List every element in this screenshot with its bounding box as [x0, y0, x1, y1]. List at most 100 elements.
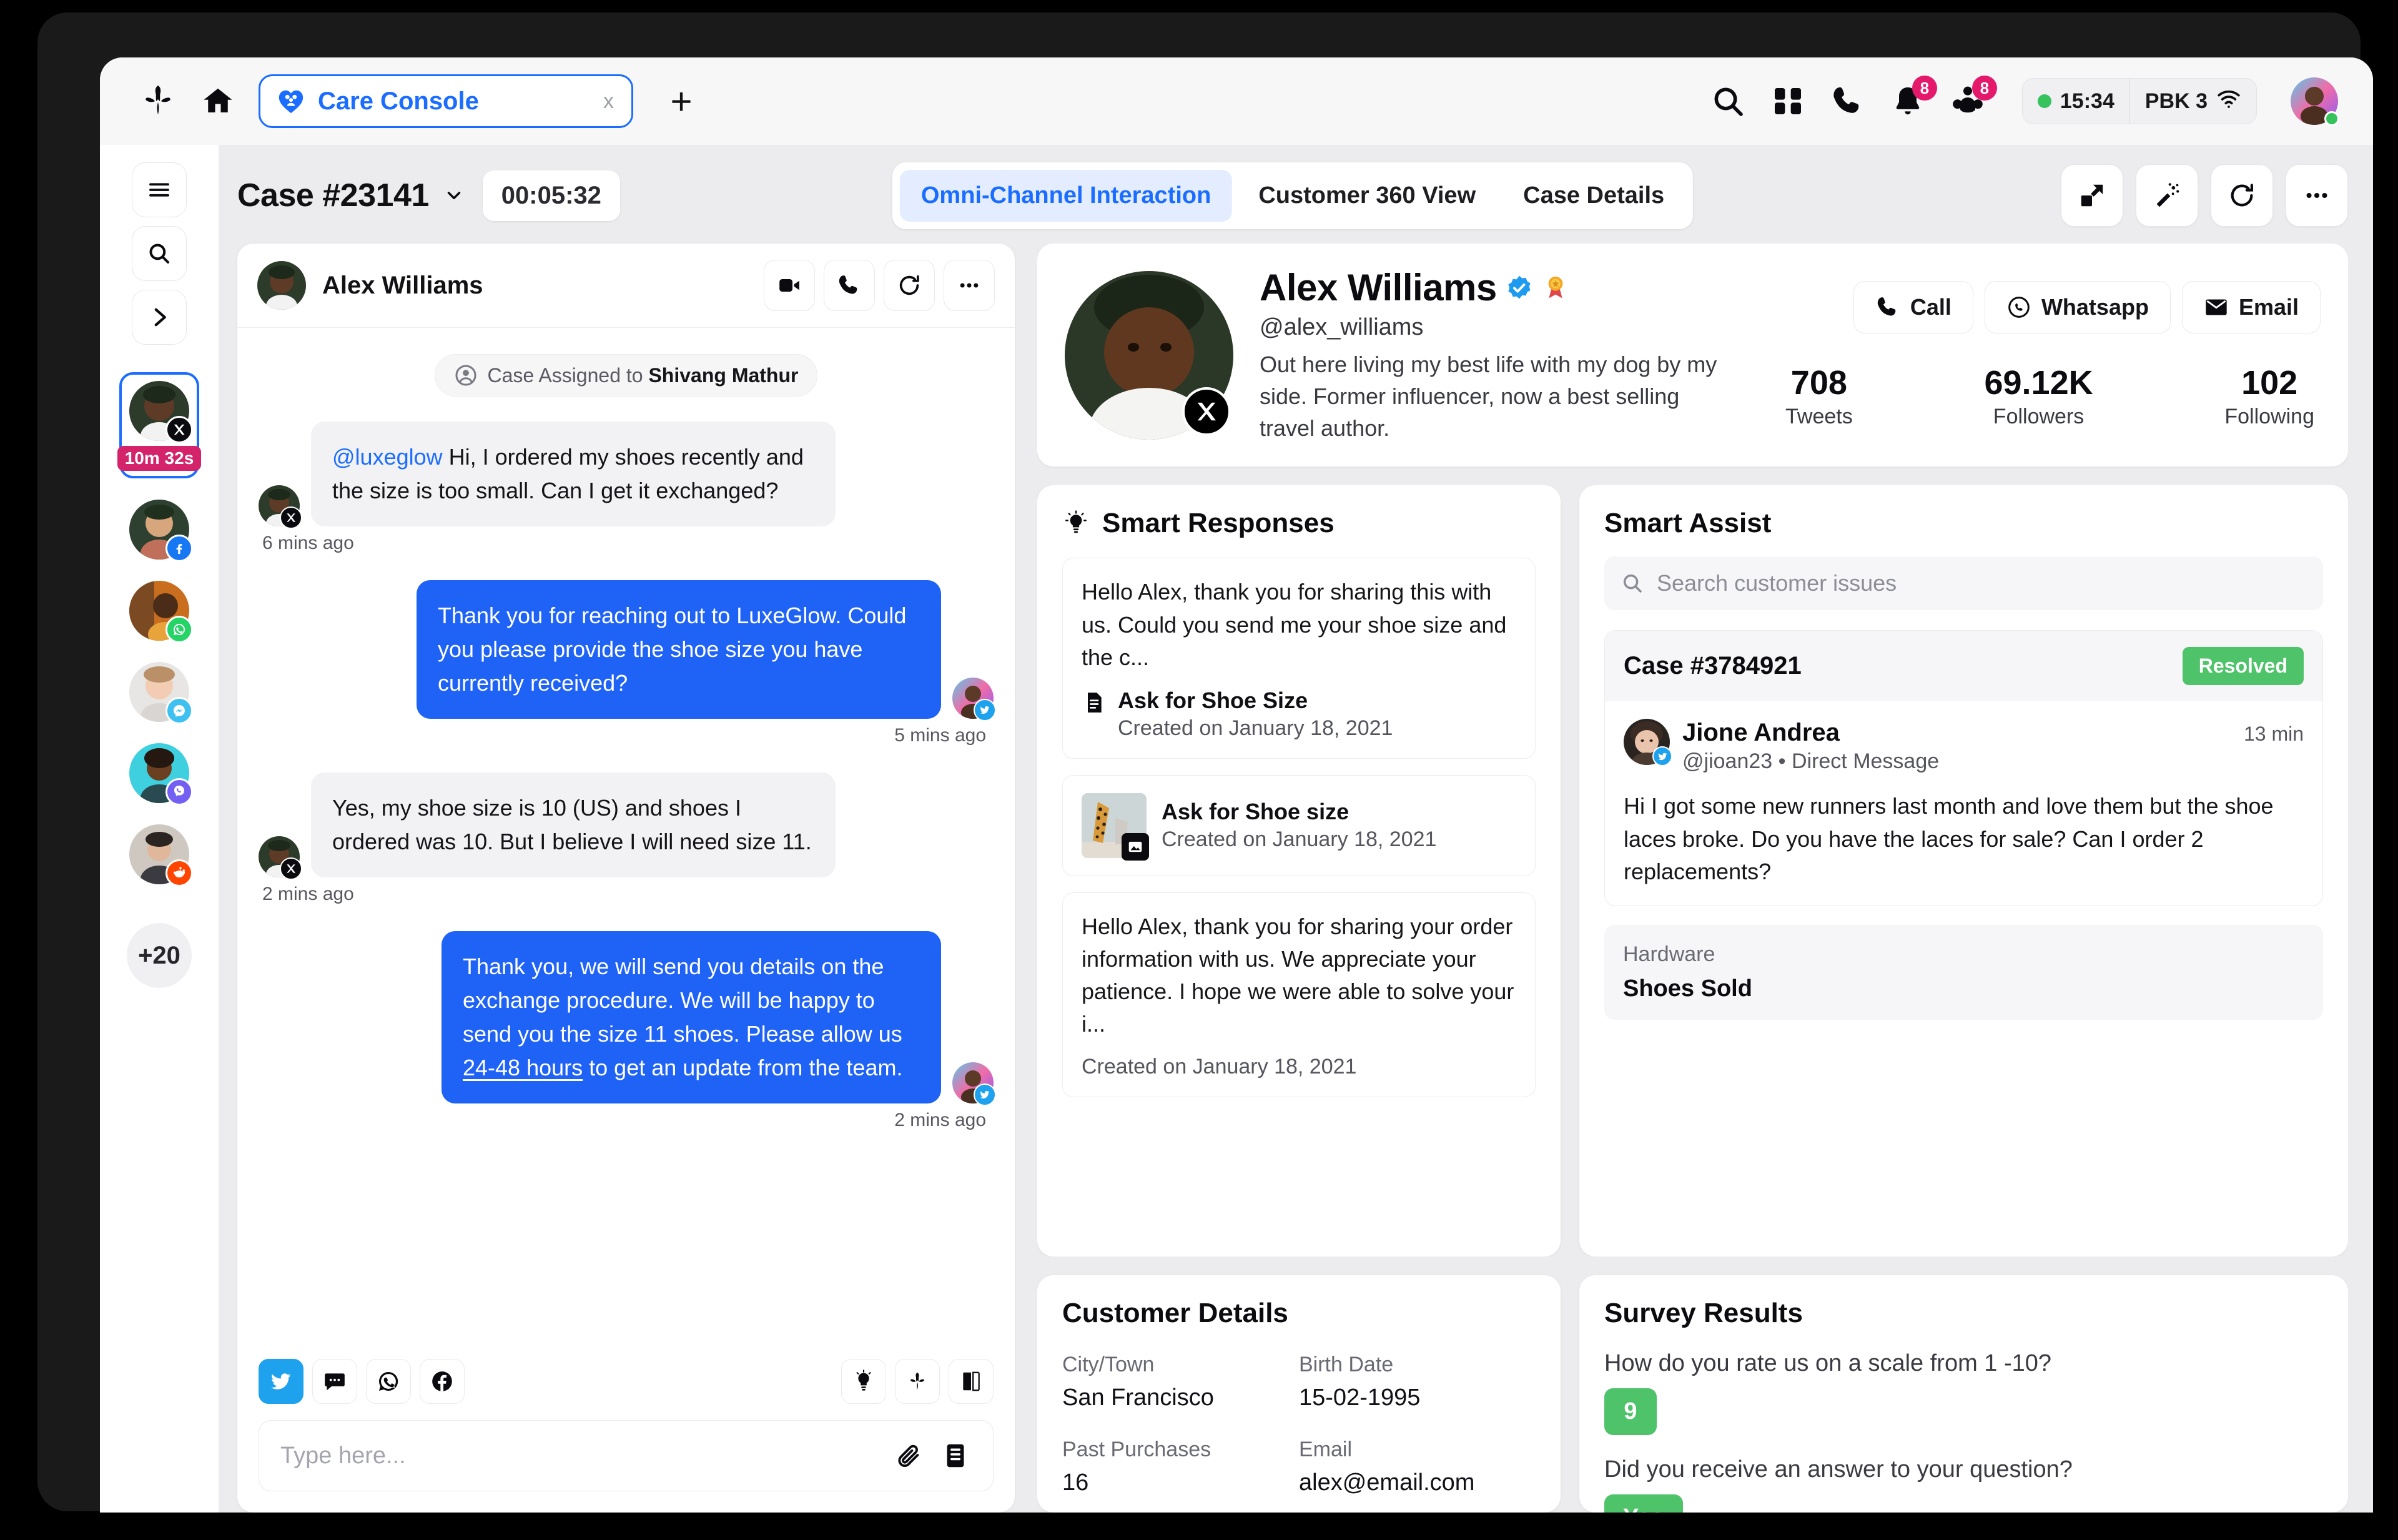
avatar[interactable] — [2291, 77, 2339, 126]
list-item[interactable]: Hello Alex, thank you for sharing this w… — [1062, 558, 1536, 759]
new-tab-button[interactable]: + — [654, 74, 708, 128]
magic-wand-icon[interactable] — [2136, 164, 2198, 227]
chat-message-in: Yes, my shoe size is 10 (US) and shoes I… — [259, 772, 994, 880]
email-button[interactable]: Email — [2181, 281, 2321, 334]
channel-badge-twitter — [1652, 746, 1672, 767]
chat-contact-name: Alex Williams — [322, 271, 483, 299]
channel-badge-whatsapp — [165, 616, 193, 643]
clock-segment: 15:34 — [2023, 79, 2129, 124]
channel-badge-x — [165, 416, 193, 443]
assigned-prefix: Case Assigned to — [487, 363, 649, 387]
avatar — [129, 662, 193, 724]
chat-bubble-link[interactable]: 24-48 hours — [463, 1055, 583, 1080]
sms-icon[interactable] — [312, 1359, 357, 1404]
mid-row: Smart Responses Hello Alex, thank you fo… — [1037, 485, 2348, 1256]
chat-messages[interactable]: Case Assigned to Shivang Mathur @luxeglo… — [237, 328, 1015, 1359]
chat-timestamp: 5 mins ago — [894, 725, 986, 746]
chevron-right-icon[interactable] — [132, 290, 187, 345]
composer-tools — [841, 1359, 994, 1404]
close-icon[interactable]: x — [600, 89, 618, 114]
video-call-icon[interactable] — [764, 260, 815, 311]
survey-question: Did you receive an answer to your questi… — [1604, 1456, 2073, 1483]
channel-badge-twitter — [974, 1083, 996, 1106]
device-frame: Care Console x + 8 8 15:34 PBK 3 10m 32s… — [37, 12, 2373, 1513]
survey-results-card: Survey Results How do you rate us on a s… — [1579, 1275, 2348, 1513]
tab-case-details[interactable]: Case Details — [1502, 170, 1685, 222]
list-item[interactable]: Hello Alex, thank you for sharing your o… — [1062, 892, 1536, 1097]
phone-call-icon[interactable] — [824, 260, 875, 311]
open-in-new-icon[interactable] — [2061, 164, 2123, 227]
field-past-purchases: Past Purchases 16 — [1062, 1438, 1299, 1496]
channel-badge-reddit — [165, 859, 193, 887]
call-button-label: Call — [1910, 294, 1951, 320]
list-item[interactable]: 10m 32s — [117, 372, 202, 478]
hardware-info: Hardware Shoes Sold — [1604, 924, 2323, 1020]
avatar — [129, 824, 193, 887]
status-badge: Resolved — [2182, 647, 2304, 686]
chat-message-out: Thank you for reaching out to LuxeGlow. … — [259, 580, 996, 721]
message-input[interactable] — [280, 1442, 879, 1469]
more-options-icon[interactable] — [944, 260, 995, 311]
whatsapp-button[interactable]: Whatsapp — [1984, 281, 2171, 334]
paperclip-icon[interactable] — [893, 1439, 925, 1472]
document-icon — [1088, 693, 1102, 713]
apps-grid-icon[interactable] — [1769, 82, 1807, 121]
tab-customer-360-view[interactable]: Customer 360 View — [1237, 170, 1497, 222]
list-item[interactable] — [122, 581, 196, 643]
list-item[interactable] — [122, 824, 196, 887]
profile-actions: Call Whatsapp Email — [1760, 281, 2321, 334]
view-tabs: Omni-Channel Interaction Customer 360 Vi… — [892, 162, 1694, 229]
list-item[interactable] — [122, 662, 196, 724]
home-icon[interactable] — [191, 74, 245, 128]
email-button-label: Email — [2238, 294, 2299, 320]
more-options-icon[interactable] — [2286, 164, 2348, 227]
phone-icon[interactable] — [1828, 82, 1867, 121]
search-customer-issues[interactable] — [1604, 556, 2323, 611]
message-composer[interactable] — [259, 1420, 994, 1491]
stat-tweets: 708 Tweets — [1785, 363, 1853, 429]
list-item[interactable] — [122, 743, 196, 806]
chat-bubble: @luxeglow Hi, I ordered my shoes recentl… — [311, 422, 836, 526]
twitter-icon[interactable] — [259, 1359, 303, 1404]
smart-assist-case[interactable]: Case #3784921 Resolved Jione Andrea @jio… — [1604, 630, 2323, 906]
app-window: Care Console x + 8 8 15:34 PBK 3 10m 32s… — [100, 57, 2373, 1513]
search-icon[interactable] — [1709, 82, 1747, 121]
channel-badge-x — [280, 857, 302, 880]
channel-badge-viber — [165, 778, 193, 806]
call-button[interactable]: Call — [1853, 281, 1973, 334]
template-icon[interactable] — [939, 1439, 972, 1472]
more-conversations-button[interactable]: +20 — [127, 923, 192, 988]
presence-indicator — [2324, 111, 2339, 126]
stat-label: Following — [2224, 405, 2314, 429]
tab-omni-channel-interaction[interactable]: Omni-Channel Interaction — [899, 169, 1233, 222]
people-icon[interactable]: 8 — [1948, 76, 1997, 121]
sprinklr-logo-icon[interactable] — [131, 74, 185, 128]
smart-response-title: Ask for Shoe size — [1162, 799, 1349, 825]
refresh-icon[interactable] — [884, 260, 935, 311]
refresh-icon[interactable] — [2211, 164, 2273, 227]
sprinklr-logo-icon[interactable] — [895, 1359, 940, 1404]
search-input[interactable] — [1657, 570, 2307, 597]
facebook-icon[interactable] — [420, 1359, 465, 1404]
list-item[interactable] — [122, 500, 196, 562]
browser-tab-care-console[interactable]: Care Console x — [259, 74, 633, 128]
bell-icon[interactable]: 8 — [1888, 76, 1937, 121]
search-icon[interactable] — [132, 226, 187, 281]
stat-followers: 69.12K Followers — [1984, 363, 2093, 429]
status-pill: 15:34 PBK 3 — [2021, 78, 2257, 124]
channel-badge-x — [280, 506, 302, 529]
lightbulb-icon[interactable] — [841, 1359, 886, 1404]
case-person-handle: @jioan23 • Direct Message — [1682, 749, 1940, 774]
menu-icon[interactable] — [132, 162, 187, 217]
knowledge-base-icon[interactable] — [949, 1359, 994, 1404]
avatar — [129, 381, 193, 443]
chat-message-in: @luxeglow Hi, I ordered my shoes recentl… — [259, 422, 994, 529]
channel-selector — [259, 1359, 994, 1404]
list-item[interactable]: Ask for Shoe size Created on January 18,… — [1062, 774, 1536, 876]
field-value: 15-02-1995 — [1299, 1385, 1421, 1411]
chevron-down-icon[interactable] — [434, 175, 474, 215]
search-icon — [1623, 575, 1642, 593]
whatsapp-icon[interactable] — [366, 1359, 411, 1404]
profile-stats: 708 Tweets 69.12K Followers 102 Followin… — [1760, 363, 2321, 429]
browser-tab-label: Care Console — [318, 87, 479, 115]
